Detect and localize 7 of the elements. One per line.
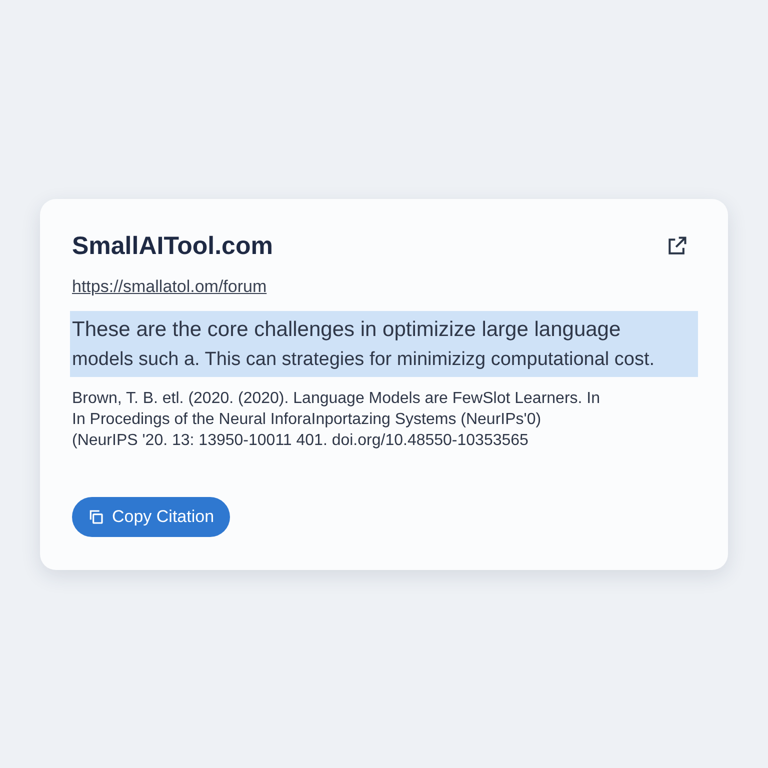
site-title: SmallAITool.com — [72, 230, 273, 262]
external-link-icon[interactable] — [666, 234, 688, 256]
highlighted-excerpt: These are the core challenges in optimizize large language models such a. This can strategies for minimizizg computational cost. — [70, 311, 698, 378]
copy-icon — [88, 508, 104, 525]
copy-citation-button[interactable]: Copy Citation — [72, 496, 230, 537]
citation-text: Brown, T. B. etl. (2020. (2020). Language Models are FewSlot Learners. In In Procedings of the Neural InforaInportazing Systems (NeurIPs'0) (NeurIPS '20. 13: 13950-10011 401. doi.org/10.48550-10353565 — [72, 389, 601, 451]
source-link[interactable]: https://smallatol.om/forum — [72, 274, 267, 300]
